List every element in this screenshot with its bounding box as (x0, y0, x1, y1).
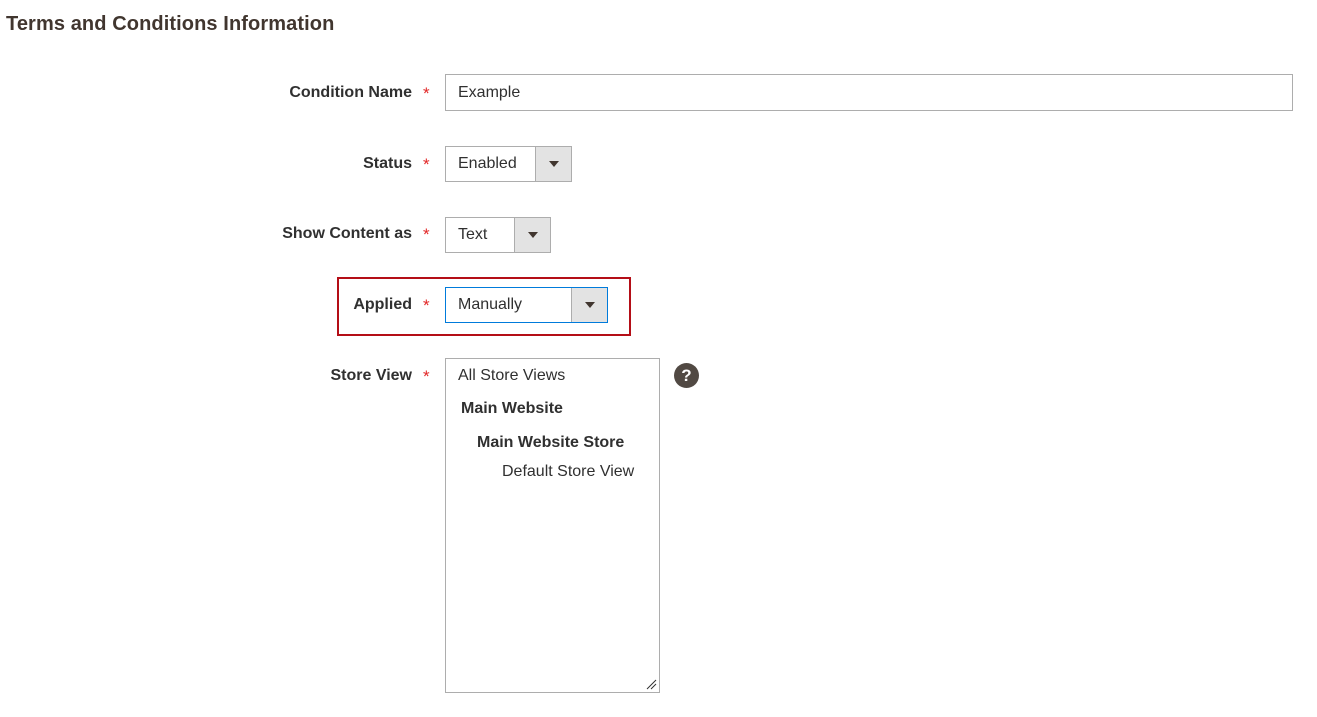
applied-value: Manually (458, 296, 523, 313)
store-view-group-store: Main Website Store (477, 434, 625, 451)
store-view-label: Store View (330, 367, 412, 384)
applied-label: Applied (353, 296, 412, 313)
required-marker: * (423, 84, 430, 103)
show-content-as-select[interactable]: Text (445, 217, 551, 253)
show-content-as-value: Text (458, 226, 488, 243)
required-marker: * (423, 155, 430, 174)
applied-dropdown-button[interactable] (571, 288, 607, 322)
status-label: Status (363, 155, 412, 172)
condition-name-input[interactable] (445, 74, 1293, 111)
show-content-as-label: Show Content as (282, 225, 412, 242)
store-view-group-website: Main Website (461, 400, 563, 417)
store-view-multiselect[interactable]: All Store Views Main Website Main Websit… (445, 358, 660, 693)
chevron-down-icon (527, 232, 538, 238)
resize-grip-icon[interactable] (645, 678, 657, 690)
status-dropdown-button[interactable] (535, 147, 571, 181)
terms-conditions-form: Terms and Conditions Information Conditi… (0, 0, 1317, 717)
store-view-option-default[interactable]: Default Store View (502, 463, 634, 481)
applied-select[interactable]: Manually (445, 287, 608, 323)
store-view-option-all[interactable]: All Store Views (458, 367, 565, 385)
required-marker: * (423, 225, 430, 244)
chevron-down-icon (584, 302, 595, 308)
status-select[interactable]: Enabled (445, 146, 572, 182)
chevron-down-icon (548, 161, 559, 167)
required-marker: * (423, 367, 430, 386)
condition-name-label: Condition Name (289, 84, 412, 101)
status-value: Enabled (458, 155, 517, 172)
question-circle-icon[interactable]: ? (674, 363, 699, 388)
section-title: Terms and Conditions Information (6, 13, 335, 35)
required-marker: * (423, 296, 430, 315)
show-content-as-dropdown-button[interactable] (514, 218, 550, 252)
